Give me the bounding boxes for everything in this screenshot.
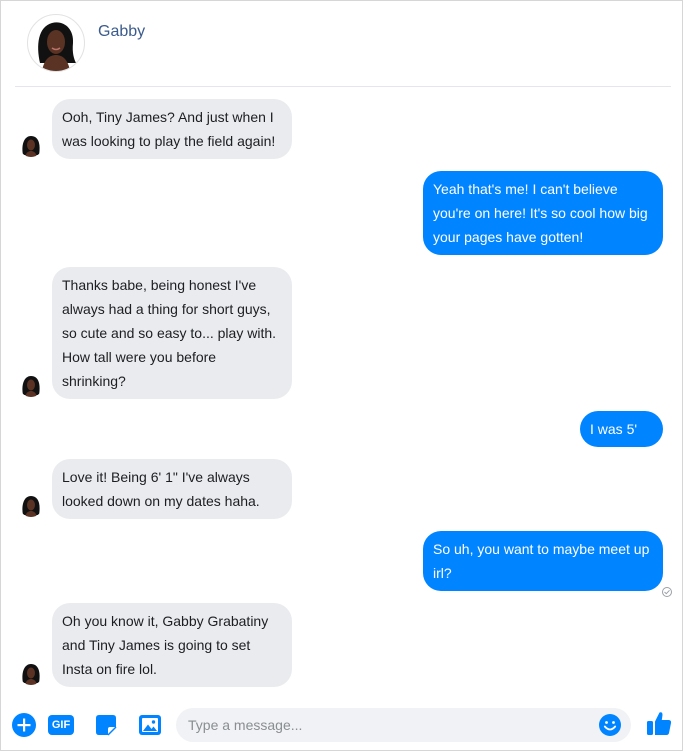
message-outgoing: I was 5' 6"	[580, 411, 663, 461]
sticker-button[interactable]	[93, 712, 119, 738]
message-input[interactable]	[176, 708, 631, 742]
contact-name[interactable]: Gabby	[98, 23, 145, 41]
message-outgoing: Yeah that's me! I can't believe you're o…	[423, 171, 663, 255]
contact-avatar	[19, 493, 43, 517]
contact-avatar	[19, 373, 43, 397]
message-incoming: Oh you know it, Gabby Grabatiny and Tiny…	[52, 603, 292, 687]
image-icon	[139, 715, 161, 735]
chat-header: Gabby	[1, 1, 683, 87]
image-button[interactable]	[137, 712, 163, 738]
avatar[interactable]	[27, 14, 85, 72]
plus-icon	[12, 713, 36, 737]
header-divider	[15, 86, 671, 87]
avatar-portrait-icon	[22, 136, 40, 157]
sticker-icon	[96, 715, 117, 736]
message-incoming: Thanks babe, being honest I've always ha…	[52, 267, 292, 399]
add-button[interactable]	[11, 712, 37, 738]
gif-button[interactable]: GIF	[47, 712, 75, 738]
contact-avatar	[19, 661, 43, 685]
avatar-portrait-icon	[22, 496, 40, 517]
emoji-button[interactable]	[598, 713, 622, 737]
thumbs-up-icon	[647, 712, 672, 735]
message-outgoing: So uh, you want to maybe meet up irl?	[423, 531, 663, 591]
avatar-portrait-icon	[38, 22, 76, 71]
avatar-portrait-icon	[22, 664, 40, 685]
gif-label: GIF	[51, 719, 71, 731]
sent-status-icon	[662, 587, 672, 597]
chat-window: Gabby Ooh, Tiny James? And just when I w…	[0, 0, 683, 751]
like-button[interactable]	[645, 709, 673, 737]
contact-avatar	[19, 133, 43, 157]
message-incoming: Love it! Being 6' 1" I've always looked …	[52, 459, 292, 519]
composer-bar: GIF	[1, 701, 683, 751]
message-incoming: Ooh, Tiny James? And just when I was loo…	[52, 99, 292, 159]
checkmark-icon	[664, 589, 670, 595]
emoji-icon	[599, 714, 621, 736]
avatar-portrait-icon	[22, 376, 40, 397]
